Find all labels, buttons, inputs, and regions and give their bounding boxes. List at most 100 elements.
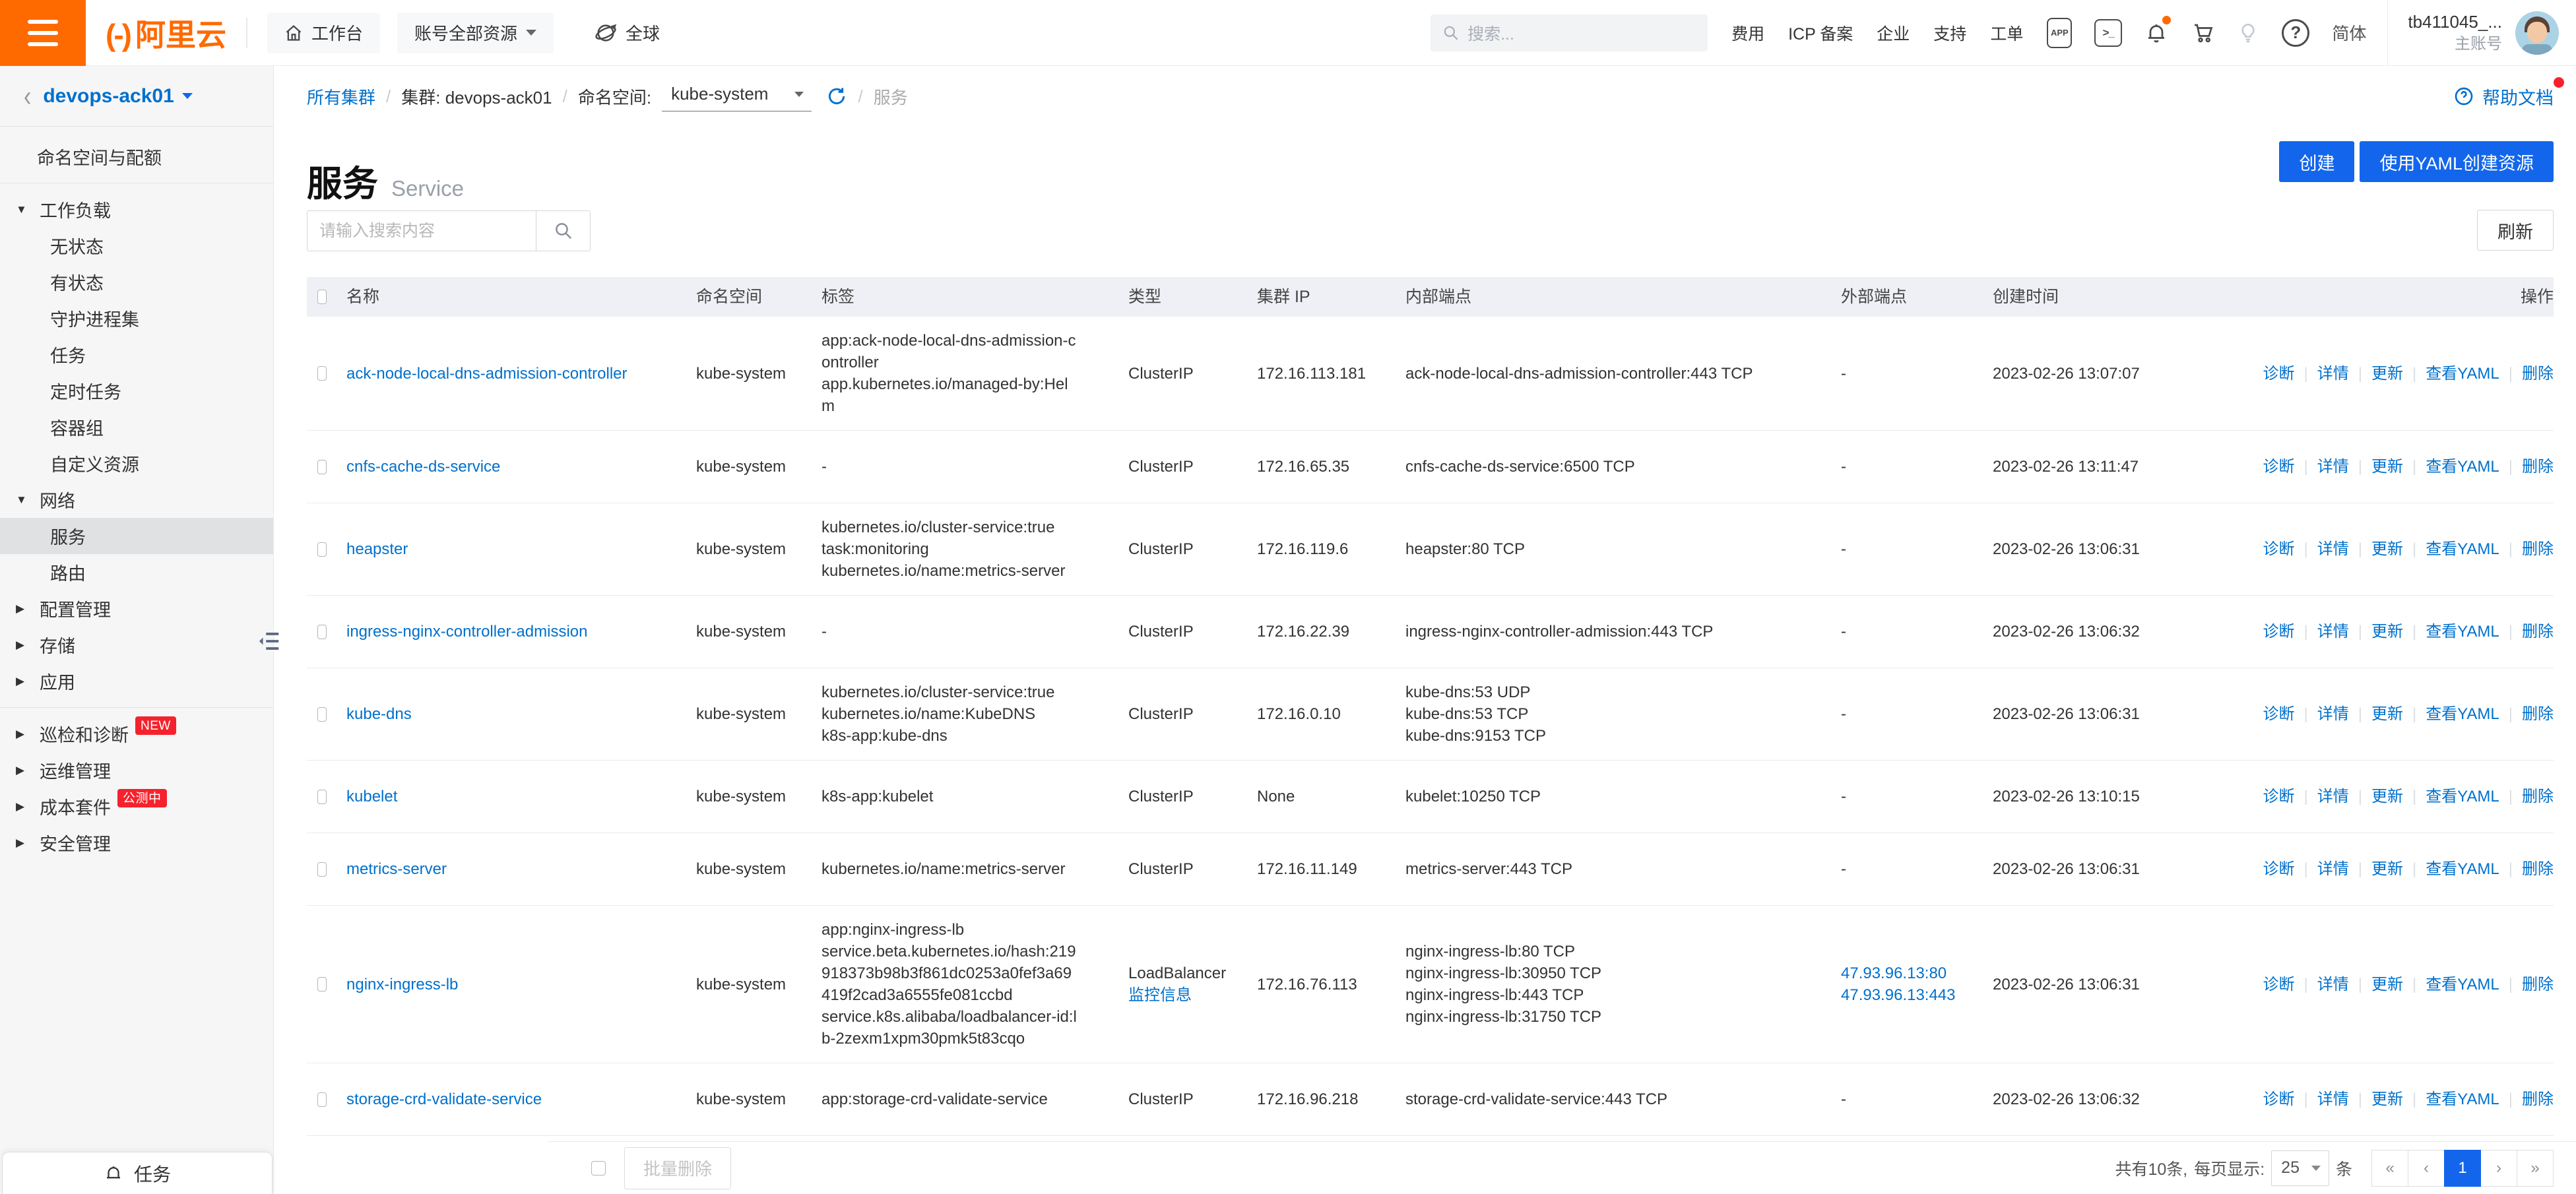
topbar-search[interactable]: 搜索... <box>1431 15 1708 51</box>
action-delete-link[interactable]: 删除 <box>2522 705 2554 723</box>
row-checkbox[interactable] <box>317 862 327 877</box>
locale-switcher[interactable]: 简体 <box>2332 20 2366 45</box>
action-view-yaml-link[interactable]: 查看YAML <box>2426 788 2499 805</box>
action-details-link[interactable]: 详情 <box>2317 860 2349 878</box>
namespace-select[interactable]: kube-system <box>662 81 812 111</box>
row-checkbox[interactable] <box>317 707 327 722</box>
menu-item-support[interactable]: 支持 <box>1933 21 1966 45</box>
app-download-icon[interactable]: APP <box>2047 18 2072 48</box>
help-icon[interactable]: ? <box>2282 19 2309 47</box>
action-delete-link[interactable]: 删除 <box>2522 976 2554 993</box>
search-button[interactable] <box>536 210 591 251</box>
batch-delete-button[interactable]: 批量删除 <box>624 1147 731 1189</box>
aliyun-logo[interactable]: (-) 阿里云 <box>106 11 226 55</box>
service-name-link[interactable]: ack-node-local-dns-admission-controller <box>346 365 628 383</box>
breadcrumb-all-clusters[interactable]: 所有集群 <box>307 84 375 109</box>
pagination-control[interactable]: « <box>2371 1150 2408 1187</box>
workbench-button[interactable]: 工作台 <box>267 13 380 53</box>
action-update-link[interactable]: 更新 <box>2371 623 2403 641</box>
pagination-control[interactable]: ‹ <box>2408 1150 2445 1187</box>
notification-bell-icon[interactable] <box>2144 21 2168 45</box>
service-name-link[interactable]: storage-crd-validate-service <box>346 1090 542 1108</box>
action-diagnose-link[interactable]: 诊断 <box>2263 623 2294 641</box>
service-name-link[interactable]: metrics-server <box>346 860 447 878</box>
sidebar-item-应用[interactable]: ▶应用 <box>0 663 273 699</box>
lightbulb-icon[interactable] <box>2237 21 2259 45</box>
service-name-link[interactable]: ingress-nginx-controller-admission <box>346 623 587 641</box>
refresh-button[interactable]: 刷新 <box>2477 210 2554 251</box>
action-diagnose-link[interactable]: 诊断 <box>2263 860 2294 878</box>
action-update-link[interactable]: 更新 <box>2371 788 2403 805</box>
back-chevron-icon[interactable]: ‹ <box>24 81 31 110</box>
action-delete-link[interactable]: 删除 <box>2522 458 2554 476</box>
action-update-link[interactable]: 更新 <box>2371 860 2403 878</box>
action-update-link[interactable]: 更新 <box>2371 458 2403 476</box>
sidebar-item-守护进程集[interactable]: 守护进程集 <box>0 300 273 336</box>
action-diagnose-link[interactable]: 诊断 <box>2263 540 2294 558</box>
sidebar-item-任务[interactable]: 任务 <box>0 336 273 373</box>
menu-item-enterprise[interactable]: 企业 <box>1877 21 1910 45</box>
action-delete-link[interactable]: 删除 <box>2522 365 2554 383</box>
row-checkbox[interactable] <box>317 1092 327 1107</box>
action-update-link[interactable]: 更新 <box>2371 976 2403 993</box>
action-view-yaml-link[interactable]: 查看YAML <box>2426 705 2499 723</box>
action-view-yaml-link[interactable]: 查看YAML <box>2426 623 2499 641</box>
external-endpoint-link[interactable]: 47.93.96.13:80 <box>1841 962 1973 984</box>
sidebar-item-存储[interactable]: ▶存储 <box>0 627 273 663</box>
sidebar-item-定时任务[interactable]: 定时任务 <box>0 373 273 409</box>
service-name-link[interactable]: cnfs-cache-ds-service <box>346 458 500 476</box>
action-details-link[interactable]: 详情 <box>2317 623 2349 641</box>
action-delete-link[interactable]: 删除 <box>2522 540 2554 558</box>
sidebar-item-命名空间与配额[interactable]: 命名空间与配额 <box>0 139 273 175</box>
sidebar-item-无状态[interactable]: 无状态 <box>0 228 273 264</box>
action-update-link[interactable]: 更新 <box>2371 540 2403 558</box>
action-delete-link[interactable]: 删除 <box>2522 623 2554 641</box>
action-view-yaml-link[interactable]: 查看YAML <box>2426 458 2499 476</box>
region-selector[interactable]: 全球 <box>595 20 660 45</box>
action-details-link[interactable]: 详情 <box>2317 365 2349 383</box>
cart-icon[interactable] <box>2191 21 2214 45</box>
action-details-link[interactable]: 详情 <box>2317 458 2349 476</box>
search-input[interactable] <box>307 210 536 251</box>
action-update-link[interactable]: 更新 <box>2371 705 2403 723</box>
action-update-link[interactable]: 更新 <box>2371 365 2403 383</box>
service-name-link[interactable]: kube-dns <box>346 705 412 723</box>
monitor-info-link[interactable]: 监控信息 <box>1128 986 1192 1004</box>
action-details-link[interactable]: 详情 <box>2317 705 2349 723</box>
sidebar-collapse-icon[interactable] <box>255 627 284 656</box>
action-update-link[interactable]: 更新 <box>2371 1090 2403 1108</box>
sidebar-item-有状态[interactable]: 有状态 <box>0 264 273 300</box>
action-delete-link[interactable]: 删除 <box>2522 860 2554 878</box>
menu-item-billing[interactable]: 费用 <box>1731 21 1764 45</box>
account-resources-dropdown[interactable]: 账号全部资源 <box>397 13 554 53</box>
avatar[interactable] <box>2515 11 2559 55</box>
cluster-switcher[interactable]: devops-ack01 <box>43 85 192 108</box>
hamburger-menu-icon[interactable] <box>0 0 86 66</box>
row-checkbox[interactable] <box>317 977 327 991</box>
action-details-link[interactable]: 详情 <box>2317 788 2349 805</box>
action-diagnose-link[interactable]: 诊断 <box>2263 1090 2294 1108</box>
sidebar-item-容器组[interactable]: 容器组 <box>0 409 273 445</box>
cloudshell-icon[interactable]: >_ <box>2094 19 2122 47</box>
sidebar-item-路由[interactable]: 路由 <box>0 554 273 590</box>
pagination-control[interactable]: › <box>2480 1150 2517 1187</box>
service-name-link[interactable]: kubelet <box>346 788 397 805</box>
action-view-yaml-link[interactable]: 查看YAML <box>2426 976 2499 993</box>
action-details-link[interactable]: 详情 <box>2317 1090 2349 1108</box>
row-checkbox[interactable] <box>317 542 327 557</box>
service-name-link[interactable]: heapster <box>346 540 408 558</box>
sidebar-item-工作负载[interactable]: ▼工作负载 <box>0 191 273 228</box>
external-endpoint-link[interactable]: 47.93.96.13:443 <box>1841 984 1973 1006</box>
account-info[interactable]: tb411045_... 主账号 <box>2408 11 2502 55</box>
service-name-link[interactable]: nginx-ingress-lb <box>346 976 458 993</box>
action-view-yaml-link[interactable]: 查看YAML <box>2426 1090 2499 1108</box>
pagination-control[interactable]: » <box>2517 1150 2554 1187</box>
sidebar-item-巡检和诊断[interactable]: ▶巡检和诊断NEW <box>0 716 273 752</box>
sidebar-item-安全管理[interactable]: ▶安全管理 <box>0 825 273 861</box>
sidebar-item-配置管理[interactable]: ▶配置管理 <box>0 590 273 627</box>
create-button[interactable]: 创建 <box>2279 141 2354 182</box>
select-all-checkbox[interactable] <box>317 290 327 304</box>
sidebar-item-网络[interactable]: ▼网络 <box>0 482 273 518</box>
create-yaml-button[interactable]: 使用YAML创建资源 <box>2360 141 2554 182</box>
sidebar-item-运维管理[interactable]: ▶运维管理 <box>0 752 273 788</box>
